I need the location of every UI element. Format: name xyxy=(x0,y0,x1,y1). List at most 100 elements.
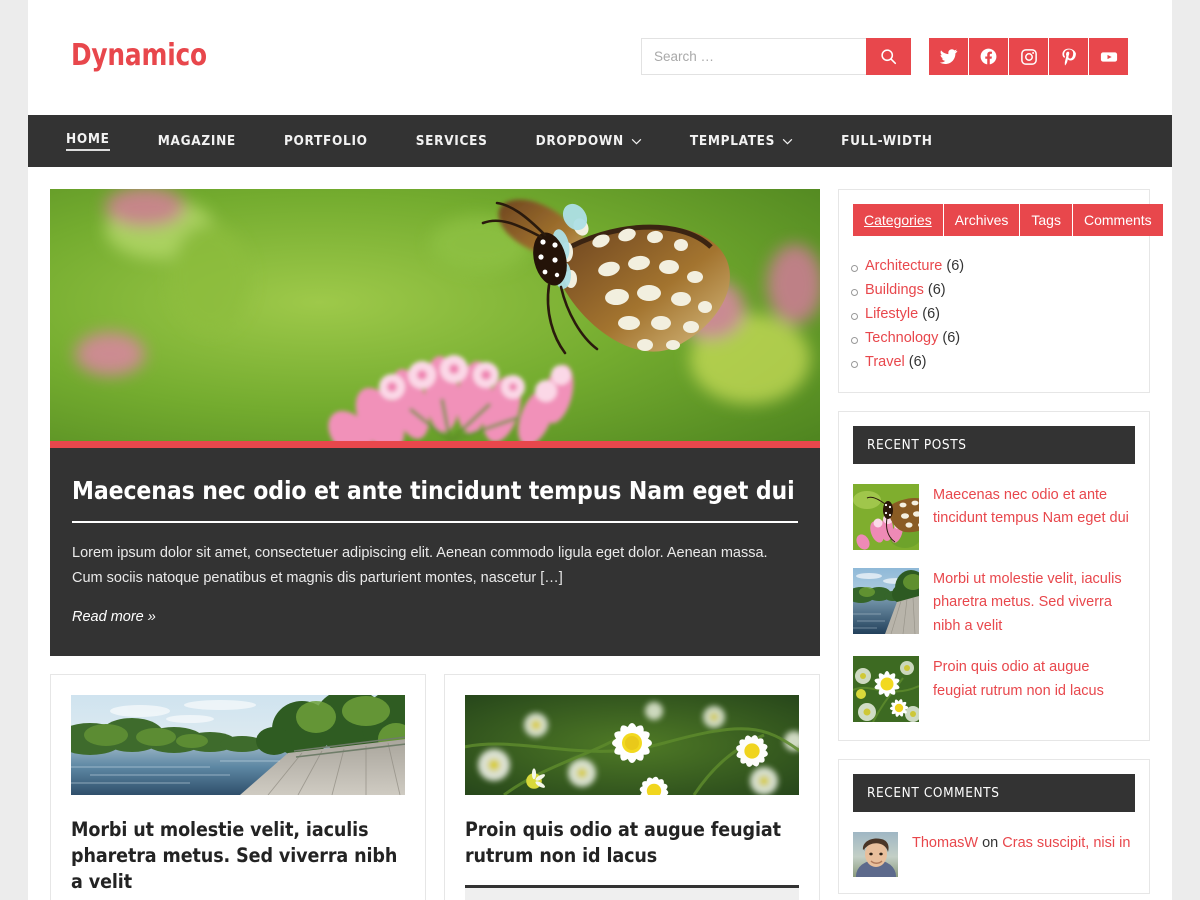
nav-item-templates[interactable]: TEMPLATES xyxy=(666,115,817,167)
tabs-widget: Categories Archives Tags Comments Archit… xyxy=(838,189,1163,393)
nav-label: DROPDOWN xyxy=(535,133,624,149)
recent-post-title[interactable]: Morbi ut molestie velit, iaculis pharetr… xyxy=(933,568,1135,638)
post-card-2-title[interactable]: Proin quis odio at augue feugiat rutrum … xyxy=(465,817,799,868)
white-daisies-photo xyxy=(465,695,799,796)
recent-posts-widget: RECENT POSTS Maecenas nec odio et ante t… xyxy=(838,411,1150,742)
nav-item-dropdown[interactable]: DROPDOWN xyxy=(512,115,666,167)
twitter-icon xyxy=(939,49,958,65)
post-card-1-title[interactable]: Morbi ut molestie velit, iaculis pharetr… xyxy=(71,817,405,894)
avatar xyxy=(853,832,898,878)
comment-on-word: on xyxy=(978,835,1003,852)
main-column: Maecenas nec odio et ante tincidunt temp… xyxy=(50,189,820,900)
tab-categories[interactable]: Categories xyxy=(853,204,944,236)
social-link-pinterest[interactable] xyxy=(1049,38,1088,75)
recent-post-title[interactable]: Maecenas nec odio et ante tincidunt temp… xyxy=(933,484,1135,550)
list-item: Travel (6) xyxy=(851,350,1135,374)
chevron-down-icon xyxy=(631,138,642,145)
list-item: ThomasW on Cras suscipit, nisi in xyxy=(853,832,1135,878)
river-boardwalk-photo xyxy=(71,695,405,796)
category-count: (6) xyxy=(908,354,927,370)
content-area: Maecenas nec odio et ante tincidunt temp… xyxy=(28,167,1172,900)
category-link[interactable]: Architecture xyxy=(865,258,942,274)
search-icon xyxy=(881,49,897,65)
featured-post-excerpt: Lorem ipsum dolor sit amet, consectetuer… xyxy=(72,545,768,587)
post-card-2-meta: September 18, 2017|Thomas xyxy=(465,887,799,900)
nav-label: MAGAZINE xyxy=(157,133,236,149)
category-link[interactable]: Lifestyle xyxy=(865,306,918,322)
recent-comments-heading: RECENT COMMENTS xyxy=(853,774,1135,813)
nav-item-services[interactable]: SERVICES xyxy=(392,115,512,167)
post-grid: Morbi ut molestie velit, iaculis pharetr… xyxy=(50,674,820,900)
tab-archives[interactable]: Archives xyxy=(943,204,1021,236)
nav-item-home[interactable]: HOME xyxy=(42,115,134,167)
site-header: Dynamico xyxy=(28,0,1172,115)
page-root: Dynamico Search … HOME MAGAZINE PORTFOLI… xyxy=(0,0,1200,900)
social-link-instagram[interactable] xyxy=(1009,38,1048,75)
search-submit-button[interactable] xyxy=(866,38,911,75)
social-link-twitter[interactable] xyxy=(929,38,968,75)
site-container: Dynamico Search … HOME MAGAZINE PORTFOLI… xyxy=(28,0,1172,900)
recent-posts-list: Maecenas nec odio et ante tincidunt temp… xyxy=(839,464,1149,740)
featured-post-title[interactable]: Maecenas nec odio et ante tincidunt temp… xyxy=(72,476,798,505)
avatar-photo xyxy=(853,832,898,878)
tab-tags[interactable]: Tags xyxy=(1020,204,1073,236)
post-card-2-image[interactable] xyxy=(465,695,799,796)
search-input[interactable] xyxy=(641,38,866,75)
nav-item-full-width[interactable]: FULL-WIDTH xyxy=(817,115,957,167)
tab-comments[interactable]: Comments xyxy=(1072,204,1163,236)
recent-post-thumb[interactable] xyxy=(853,568,919,634)
nav-item-portfolio[interactable]: PORTFOLIO xyxy=(260,115,392,167)
recent-comments-widget: RECENT COMMENTS ThomasW on Cras suscipit… xyxy=(838,759,1150,895)
featured-accent-bar xyxy=(50,441,820,448)
butterfly-flower-photo xyxy=(50,189,820,441)
nav-label: FULL-WIDTH xyxy=(841,133,933,149)
recent-post-thumb[interactable] xyxy=(853,656,919,723)
site-logo[interactable]: Dynamico xyxy=(71,38,207,73)
list-item: Proin quis odio at augue feugiat rutrum … xyxy=(853,656,1135,723)
recent-post-thumb[interactable] xyxy=(853,484,919,550)
post-card-1-image[interactable] xyxy=(71,695,405,796)
youtube-icon xyxy=(1100,51,1117,62)
read-more-link[interactable]: Read more » xyxy=(72,609,156,625)
recent-posts-heading: RECENT POSTS xyxy=(853,426,1135,464)
daisies-thumb-photo xyxy=(853,656,919,723)
chevron-down-icon xyxy=(782,138,793,145)
nav-label: HOME xyxy=(66,131,110,151)
category-count: (6) xyxy=(922,306,940,322)
comment-text: ThomasW on Cras suscipit, nisi in xyxy=(912,832,1130,877)
title-divider xyxy=(72,521,798,524)
river-thumb-photo xyxy=(853,568,919,634)
facebook-icon xyxy=(980,48,997,65)
nav-label: TEMPLATES xyxy=(689,133,776,149)
search-form xyxy=(641,38,911,75)
featured-post: Maecenas nec odio et ante tincidunt temp… xyxy=(50,189,820,657)
category-list: Architecture (6) Buildings (6) Lifestyle… xyxy=(839,236,1149,392)
sidebar: Categories Archives Tags Comments Archit… xyxy=(838,189,1163,900)
nav-label: PORTFOLIO xyxy=(283,133,368,149)
list-item: Technology (6) xyxy=(851,326,1135,350)
category-count: (6) xyxy=(946,258,965,274)
social-link-facebook[interactable] xyxy=(969,38,1008,75)
nav-item-magazine[interactable]: MAGAZINE xyxy=(134,115,260,167)
post-card-2: Proin quis odio at augue feugiat rutrum … xyxy=(444,674,820,900)
nav-label: SERVICES xyxy=(415,133,488,149)
social-links xyxy=(929,38,1128,75)
instagram-icon xyxy=(1020,48,1037,65)
featured-post-body: Maecenas nec odio et ante tincidunt temp… xyxy=(50,448,820,656)
category-link[interactable]: Buildings xyxy=(865,282,924,298)
category-link[interactable]: Technology xyxy=(865,330,938,346)
recent-post-title[interactable]: Proin quis odio at augue feugiat rutrum … xyxy=(933,656,1135,722)
category-count: (6) xyxy=(942,330,961,346)
featured-post-image[interactable] xyxy=(50,189,820,441)
list-item: Morbi ut molestie velit, iaculis pharetr… xyxy=(853,568,1135,638)
social-link-youtube[interactable] xyxy=(1089,38,1128,75)
pinterest-icon xyxy=(1062,48,1076,66)
comment-author[interactable]: ThomasW xyxy=(912,835,978,851)
butterfly-thumb-photo xyxy=(853,484,919,550)
primary-navigation: HOME MAGAZINE PORTFOLIO SERVICES DROPDOW… xyxy=(28,115,1172,167)
list-item: Maecenas nec odio et ante tincidunt temp… xyxy=(853,484,1135,550)
list-item: Buildings (6) xyxy=(851,278,1135,302)
recent-comments-list: ThomasW on Cras suscipit, nisi in xyxy=(839,812,1149,893)
comment-post-link[interactable]: Cras suscipit, nisi in xyxy=(1002,835,1130,851)
category-link[interactable]: Travel xyxy=(865,354,905,370)
